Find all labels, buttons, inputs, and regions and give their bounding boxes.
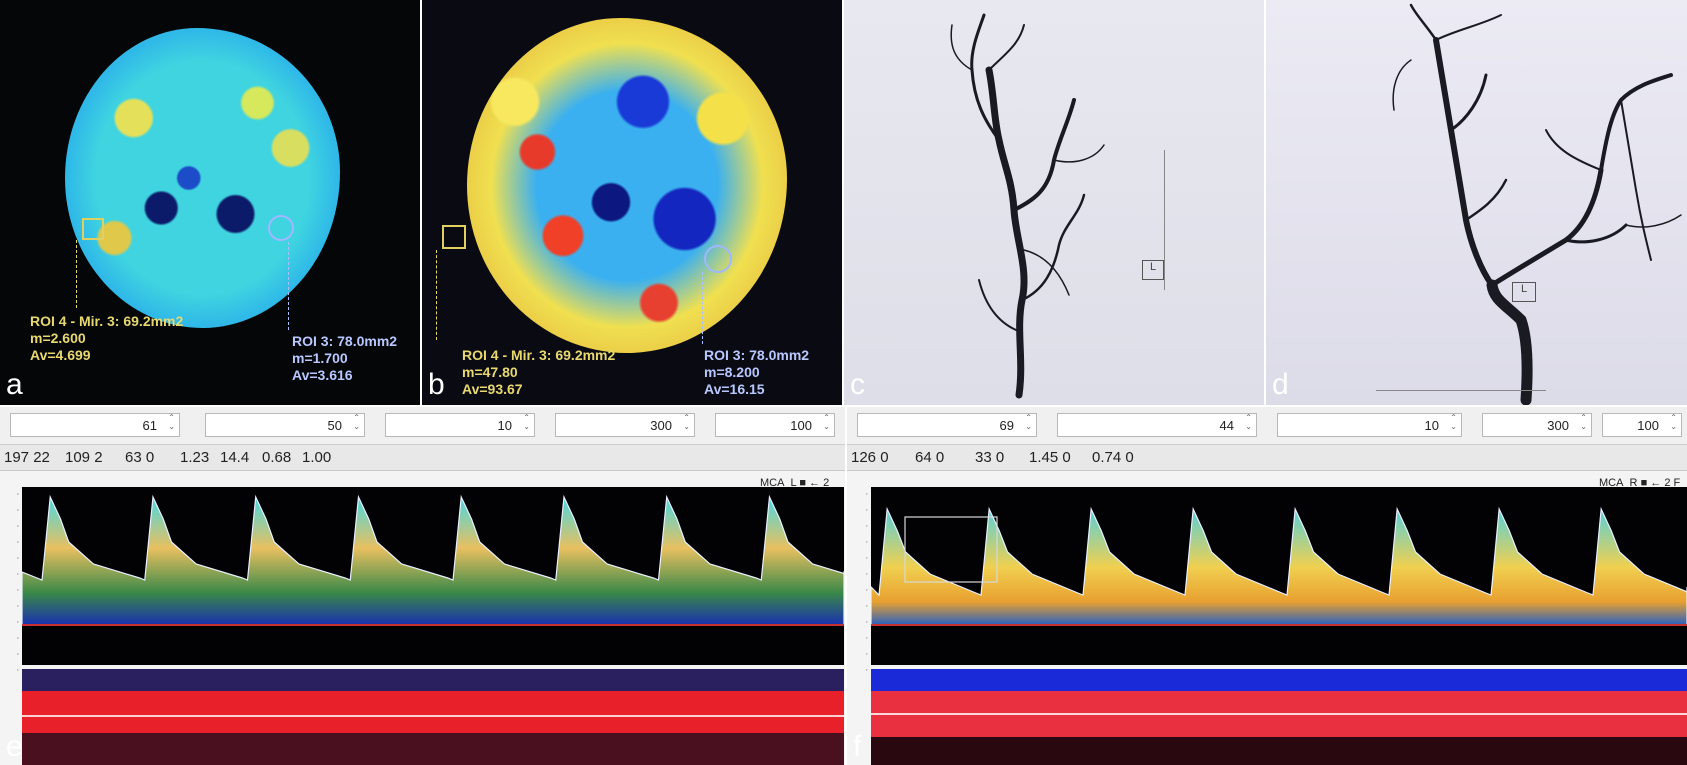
control-power-f[interactable]: 44 xyxy=(1057,413,1257,437)
ruler-vertical-c xyxy=(1164,150,1174,290)
mmode-cursor-e xyxy=(22,715,844,717)
side-marker-d: L xyxy=(1512,282,1536,302)
reading-pi-e: 1.23 xyxy=(180,449,210,466)
control-filter-e[interactable]: 300 xyxy=(555,413,695,437)
doppler-control-row-e: 61 50 10 300 100 xyxy=(0,407,845,445)
spectral-waveform-f xyxy=(871,506,1687,626)
roi-square-left-b xyxy=(442,225,466,249)
doppler-spectrum-f xyxy=(871,487,1687,665)
reading-edv-f: 33 0 xyxy=(975,449,1005,466)
roi-label-right-b: ROI 3: 78.0mm2 m=8.200 Av=16.15 xyxy=(704,347,810,397)
roi-square-left-a xyxy=(82,218,104,240)
roi-label-left-a: ROI 4 - Mir. 3: 69.2mm2 m=2.600 Av=4.699 xyxy=(30,313,184,363)
panel-letter-f: f xyxy=(853,730,862,763)
roi-leader-left-b xyxy=(436,250,437,340)
control-power-e[interactable]: 50 xyxy=(205,413,365,437)
reading-ratio-e: 1.00 xyxy=(302,449,332,466)
panel-letter-a: a xyxy=(6,368,23,401)
roi-leader-left-a xyxy=(76,240,77,308)
roi-leader-right-a xyxy=(288,242,289,330)
brain-perfusion-map-a xyxy=(65,28,340,328)
mmode-band-flow-e xyxy=(22,691,844,733)
angiography-panel-c: L c xyxy=(844,0,1264,405)
angiogram-vessels-c xyxy=(950,13,1105,399)
doppler-readings-f: 126 0 64 0 33 0 1.45 0 0.74 0 xyxy=(847,445,1687,471)
perfusion-panel-b: ROI 4 - Mir. 3: 69.2mm2 m=47.80 Av=93.67… xyxy=(422,0,842,405)
mmode-display-f xyxy=(871,669,1687,765)
reading-peak-e: 197 22 xyxy=(4,449,50,466)
reading-pi-f: 1.45 0 xyxy=(1029,449,1071,466)
zero-baseline-f xyxy=(871,624,1687,626)
perfusion-panel-a: ROI 4 - Mir. 3: 69.2mm2 m=2.600 Av=4.699… xyxy=(0,0,420,405)
doppler-panel-e: 61 50 10 300 100 197 22 109 2 63 0 1.23 … xyxy=(0,407,845,765)
control-gain-f[interactable]: 10 xyxy=(1277,413,1462,437)
panel-letter-e: e xyxy=(6,730,23,763)
panel-letter-c: c xyxy=(850,368,865,401)
control-scale-f[interactable]: 100 xyxy=(1602,413,1682,437)
control-depth-f[interactable]: 69 xyxy=(857,413,1037,437)
roi-label-right-a: ROI 3: 78.0mm2 m=1.700 Av=3.616 xyxy=(292,333,398,383)
doppler-control-row-f: 69 44 10 300 100 xyxy=(847,407,1687,445)
reading-mean-e: 109 2 xyxy=(65,449,103,466)
mmode-band-top-f xyxy=(871,669,1687,691)
angiogram-vessels-d xyxy=(1392,3,1682,405)
ruler-horizontal-d xyxy=(1376,390,1546,398)
side-marker-c: L xyxy=(1142,260,1164,280)
control-gain-e[interactable]: 10 xyxy=(385,413,535,437)
roi-circle-right-a xyxy=(268,215,294,241)
zero-baseline-e xyxy=(22,624,844,626)
control-scale-e[interactable]: 100 xyxy=(715,413,835,437)
reading-edv-e: 63 0 xyxy=(125,449,155,466)
velocity-axis-f: · · · · · · · · · · · · xyxy=(864,491,869,675)
mmode-band-bottom-e xyxy=(22,733,844,765)
reading-ri-e: 0.68 xyxy=(262,449,292,466)
reading-mean-f: 64 0 xyxy=(915,449,945,466)
control-filter-f[interactable]: 300 xyxy=(1482,413,1592,437)
roi-label-left-b: ROI 4 - Mir. 3: 69.2mm2 m=47.80 Av=93.67 xyxy=(462,347,616,397)
reading-peak-f: 126 0 xyxy=(851,449,889,466)
mmode-display-e xyxy=(22,669,844,765)
brain-perfusion-map-b xyxy=(467,18,787,353)
doppler-readings-e: 197 22 109 2 63 0 1.23 14.4 0.68 1.00 xyxy=(0,445,845,471)
mmode-band-bottom-f xyxy=(871,737,1687,765)
roi-circle-right-b xyxy=(704,245,732,273)
doppler-panel-f: 69 44 10 300 100 126 0 64 0 33 0 1.45 0 … xyxy=(847,407,1687,765)
spectral-waveform-e xyxy=(22,494,844,626)
control-depth-e[interactable]: 61 xyxy=(10,413,180,437)
panel-letter-d: d xyxy=(1272,368,1289,401)
reading-sd-e: 14.4 xyxy=(220,449,250,466)
mmode-cursor-f xyxy=(871,713,1687,715)
angiography-panel-d: L d xyxy=(1266,0,1687,405)
panel-letter-b: b xyxy=(428,368,445,401)
mmode-band-top-e xyxy=(22,669,844,691)
velocity-axis-e: · · · · · · · · · · · · xyxy=(15,491,20,675)
doppler-spectrum-e xyxy=(22,487,844,665)
reading-ri-f: 0.74 0 xyxy=(1092,449,1134,466)
roi-leader-right-b xyxy=(702,272,703,344)
